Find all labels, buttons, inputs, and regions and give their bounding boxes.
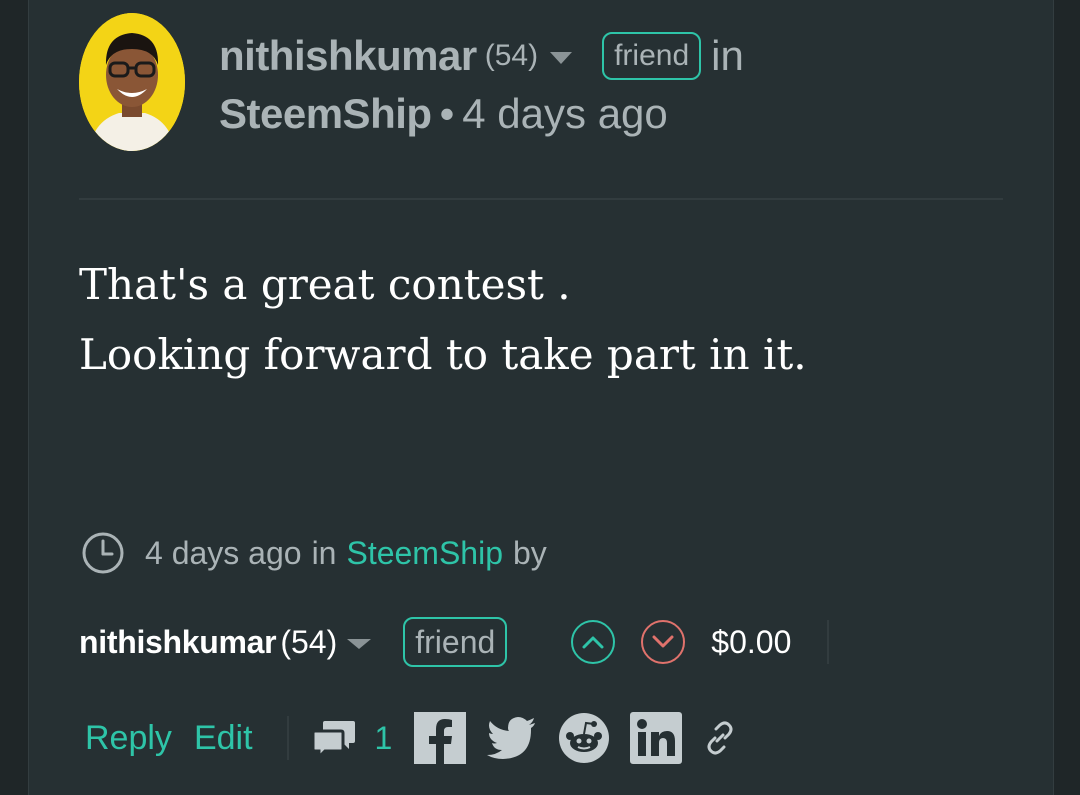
comment-meta: 4 days ago in SteemShip by bbox=[81, 528, 547, 578]
meta-in-label: in bbox=[311, 534, 337, 571]
comment-count[interactable]: 1 bbox=[375, 720, 393, 757]
in-label: in bbox=[711, 32, 744, 79]
author-name[interactable]: nithishkumar bbox=[219, 32, 477, 80]
post-time[interactable]: 4 days ago bbox=[462, 90, 668, 138]
page: nithishkumar (54) friend in SteemShip • … bbox=[0, 0, 1080, 795]
payout-value[interactable]: $0.00 bbox=[711, 624, 791, 661]
separator-dot: • bbox=[439, 90, 455, 137]
downvote-button[interactable] bbox=[641, 620, 686, 664]
edit-button[interactable]: Edit bbox=[194, 719, 253, 758]
community-link[interactable]: SteemShip bbox=[219, 90, 432, 138]
avatar-image bbox=[79, 13, 185, 151]
reddit-icon[interactable] bbox=[558, 712, 610, 764]
footer-friend-badge: friend bbox=[403, 617, 508, 667]
chevron-down-icon bbox=[652, 635, 674, 648]
friend-badge: friend bbox=[602, 32, 702, 80]
vertical-divider bbox=[286, 716, 289, 760]
linkedin-icon[interactable] bbox=[630, 712, 683, 764]
chevron-up-icon bbox=[582, 636, 604, 649]
body-line: Looking forward to take part in it. bbox=[79, 330, 807, 379]
author-vote-line: nithishkumar (54) friend $0.00 bbox=[79, 614, 830, 670]
comment-body: That's a great contest . Looking forward… bbox=[79, 250, 999, 390]
vertical-divider bbox=[827, 620, 830, 664]
comments-icon[interactable] bbox=[311, 717, 357, 759]
upvote-button[interactable] bbox=[571, 620, 616, 664]
action-line: Reply Edit 1 bbox=[85, 710, 738, 766]
facebook-icon[interactable] bbox=[414, 712, 467, 764]
footer-author-reputation: (54) bbox=[280, 623, 338, 660]
meta-community-link[interactable]: SteemShip bbox=[346, 535, 503, 572]
reply-button[interactable]: Reply bbox=[85, 719, 172, 758]
twitter-icon[interactable] bbox=[486, 712, 538, 764]
chevron-down-icon[interactable] bbox=[347, 639, 372, 649]
clock-icon bbox=[82, 532, 124, 574]
author-reputation: (54) bbox=[484, 39, 539, 72]
avatar[interactable] bbox=[79, 13, 185, 151]
comment-card: nithishkumar (54) friend in SteemShip • … bbox=[28, 0, 1054, 795]
meta-by-label: by bbox=[513, 534, 547, 571]
link-icon[interactable] bbox=[702, 720, 738, 756]
post-author-line: nithishkumar (54) friend in bbox=[219, 28, 744, 84]
footer-author-name[interactable]: nithishkumar bbox=[79, 624, 277, 661]
divider bbox=[79, 198, 1003, 200]
post-community-line: SteemShip • 4 days ago bbox=[219, 86, 668, 142]
meta-time[interactable]: 4 days ago bbox=[145, 535, 302, 572]
chevron-down-icon[interactable] bbox=[550, 52, 573, 64]
body-line: That's a great contest . bbox=[79, 260, 571, 309]
